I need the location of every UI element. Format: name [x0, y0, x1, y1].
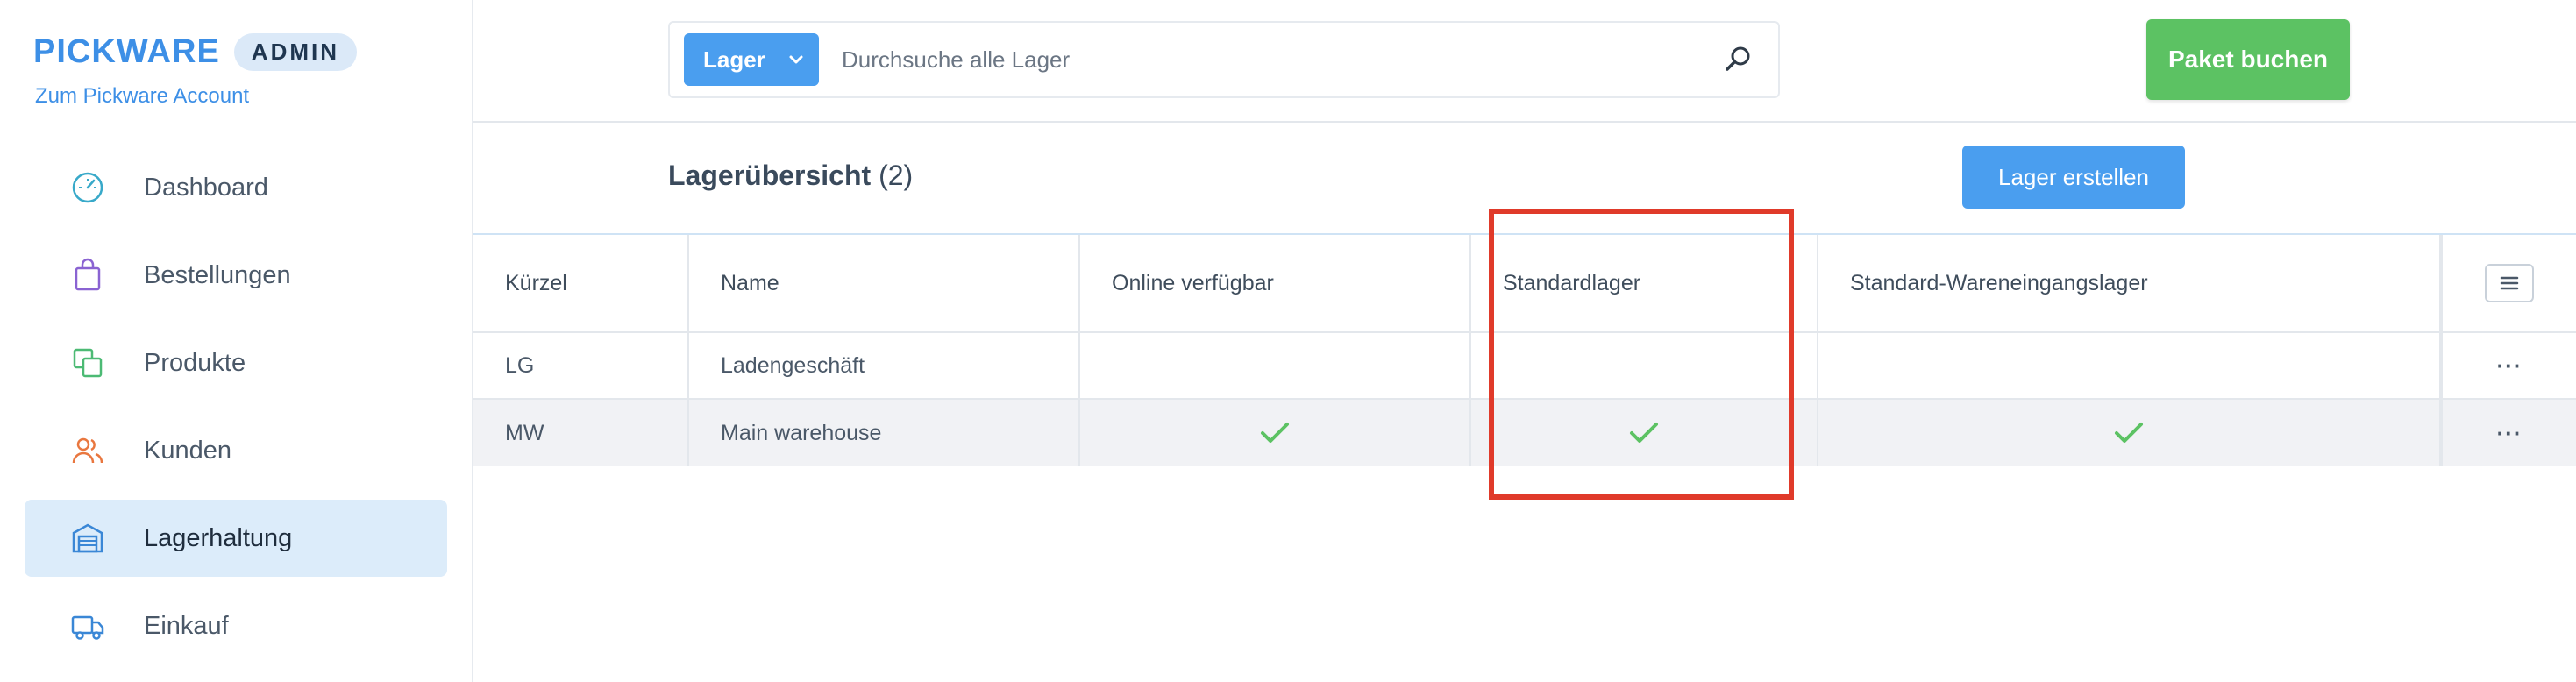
chevron-down-icon — [788, 54, 804, 65]
warehouse-icon — [70, 521, 105, 556]
sidebar-item-label: Lagerhaltung — [144, 523, 293, 552]
column-header-kuerzel[interactable]: Kürzel — [473, 235, 689, 331]
column-header-online[interactable]: Online verfügbar — [1080, 235, 1471, 331]
account-link[interactable]: Zum Pickware Account — [35, 84, 249, 109]
users-icon — [70, 433, 105, 468]
create-warehouse-button[interactable]: Lager erstellen — [1962, 146, 2185, 209]
sidebar-item-label: Bestellungen — [144, 260, 291, 289]
cell-standardlager — [1471, 400, 1818, 466]
sidebar-item-bestellungen[interactable]: Bestellungen — [25, 237, 447, 314]
cell-online — [1080, 400, 1471, 466]
cell-name: Main warehouse — [689, 400, 1080, 466]
cell-online — [1080, 333, 1471, 398]
checkmark-icon — [1261, 423, 1289, 443]
admin-badge: ADMIN — [233, 33, 358, 71]
sidebar-item-label: Produkte — [144, 348, 246, 377]
column-header-name[interactable]: Name — [689, 235, 1080, 331]
table-row[interactable]: LG Ladengeschäft ··· — [473, 333, 2576, 400]
sidebar-item-produkte[interactable]: Produkte — [25, 324, 447, 401]
column-settings-button[interactable] — [2485, 264, 2534, 302]
page-header: Lagerübersicht (2) Lager erstellen — [473, 123, 2576, 235]
sidebar-item-label: Dashboard — [144, 173, 268, 202]
column-header-standardlager[interactable]: Standardlager — [1471, 235, 1818, 331]
search-input[interactable] — [842, 46, 1701, 74]
truck-icon — [70, 608, 105, 643]
search-icon[interactable] — [1722, 44, 1754, 75]
cell-wareneingang — [1818, 400, 2441, 466]
book-package-button[interactable]: Paket buchen — [2146, 19, 2350, 100]
sidebar-nav: Dashboard Bestellungen Produkte Kunden L… — [25, 149, 447, 675]
sidebar-item-label: Kunden — [144, 436, 231, 465]
cell-kuerzel: MW — [473, 400, 689, 466]
column-header-wareneingang[interactable]: Standard-Wareneingangslager — [1818, 235, 2441, 331]
search-bar: Lager — [668, 21, 1780, 98]
search-scope-select[interactable]: Lager — [684, 33, 819, 86]
brand[interactable]: PICKWARE ADMIN — [33, 33, 358, 71]
table-row[interactable]: MW Main warehouse ··· — [473, 400, 2576, 466]
row-actions-menu[interactable]: ··· — [2497, 354, 2523, 377]
brand-name: PICKWARE — [33, 33, 220, 70]
page-title-count: (2) — [879, 160, 914, 191]
checkmark-icon — [1630, 423, 1658, 443]
sidebar-item-label: Einkauf — [144, 611, 229, 640]
column-settings-cell — [2441, 235, 2576, 331]
warehouse-table: Kürzel Name Online verfügbar Standardlag… — [473, 235, 2576, 466]
sidebar-item-lagerhaltung[interactable]: Lagerhaltung — [25, 500, 447, 577]
shopping-bag-icon — [70, 258, 105, 293]
sidebar: PICKWARE ADMIN Zum Pickware Account Dash… — [0, 0, 473, 682]
cell-kuerzel: LG — [473, 333, 689, 398]
page-title-text: Lagerübersicht — [668, 160, 872, 191]
sidebar-item-dashboard[interactable]: Dashboard — [25, 149, 447, 226]
cell-standardlager — [1471, 333, 1818, 398]
cell-wareneingang — [1818, 333, 2441, 398]
top-bar: Lager Paket buchen — [473, 0, 2576, 123]
dashboard-gauge-icon — [70, 170, 105, 205]
row-actions-cell: ··· — [2441, 333, 2576, 398]
sidebar-item-kunden[interactable]: Kunden — [25, 412, 447, 489]
checkmark-icon — [2115, 423, 2143, 443]
products-squares-icon — [70, 345, 105, 380]
page-title: Lagerübersicht (2) — [668, 160, 913, 192]
cell-name: Ladengeschäft — [689, 333, 1080, 398]
sidebar-item-einkauf[interactable]: Einkauf — [25, 587, 447, 664]
row-actions-menu[interactable]: ··· — [2497, 422, 2523, 444]
table-header-row: Kürzel Name Online verfügbar Standardlag… — [473, 235, 2576, 333]
row-actions-cell: ··· — [2441, 400, 2576, 466]
hamburger-menu-icon — [2500, 276, 2519, 290]
search-scope-label: Lager — [703, 46, 765, 73]
